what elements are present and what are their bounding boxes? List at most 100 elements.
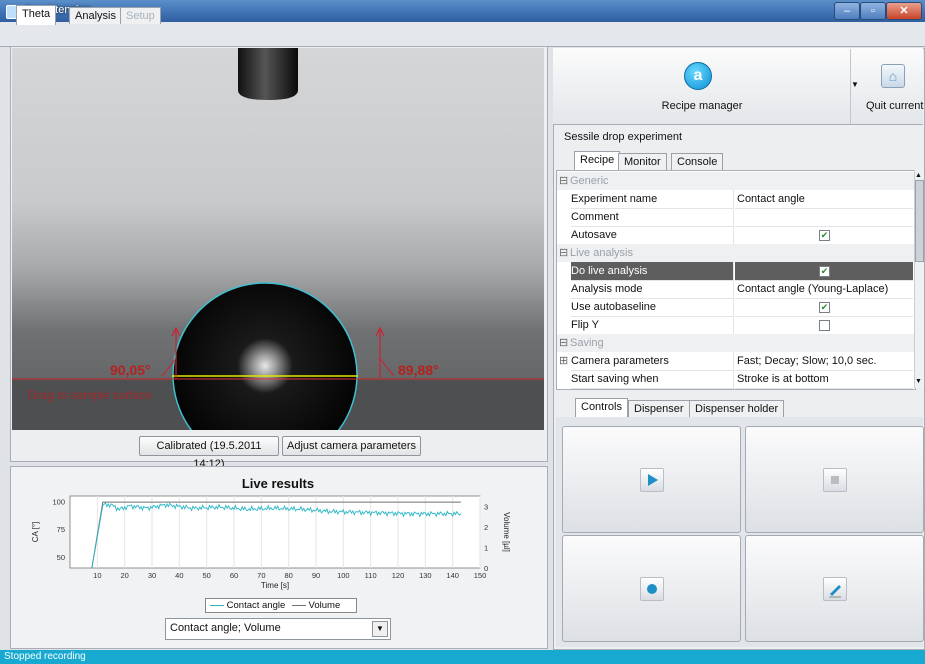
status-text: Stopped recording <box>4 651 86 662</box>
tab-theta[interactable]: Theta <box>16 5 57 25</box>
tab-dispenser[interactable]: Dispenser <box>628 400 690 417</box>
property-name: Flip Y <box>571 316 734 335</box>
stop-button[interactable] <box>745 426 924 533</box>
y-tick-label: 100 <box>52 498 65 507</box>
collapse-icon: ⊟ <box>559 175 569 187</box>
property-value[interactable]: Stroke is at bottom <box>735 370 913 389</box>
category-generic[interactable]: ⊟ Generic <box>557 172 915 190</box>
x-tick-label: 120 <box>392 571 405 580</box>
x-tick-label: 40 <box>175 571 183 580</box>
x-tick-label: 60 <box>230 571 238 580</box>
do-live-analysis-checkbox[interactable]: ✔ <box>819 266 830 277</box>
property-value[interactable] <box>735 208 913 227</box>
record-icon <box>640 577 664 601</box>
quit-current-label: Quit current <box>866 100 924 112</box>
chevron-down-icon[interactable]: ▼ <box>372 621 388 637</box>
scroll-down-icon[interactable]: ▼ <box>915 378 922 385</box>
y2-tick-label: 2 <box>484 523 488 532</box>
property-row[interactable]: Analysis mode Contact angle (Young-Laplac… <box>557 280 915 299</box>
scrollbar-thumb[interactable] <box>915 180 924 262</box>
tab-dispenser-holder[interactable]: Dispenser holder <box>689 400 785 417</box>
property-name: Start saving when <box>571 370 734 389</box>
tab-analysis[interactable]: Analysis <box>69 7 122 24</box>
close-button[interactable]: ✕ <box>886 2 922 20</box>
legend-volume-label: Volume <box>308 600 341 611</box>
x-tick-label: 90 <box>312 571 320 580</box>
y2-tick-label: 3 <box>484 502 488 511</box>
collapse-icon: ⊟ <box>559 337 569 349</box>
property-grid: ⊟ Generic Experiment name Contact angle Co… <box>556 170 916 390</box>
property-row[interactable]: Comment <box>557 208 915 227</box>
legend-volume-swatch <box>291 604 306 606</box>
x-axis-label: Time [s] <box>261 581 289 590</box>
category-live-analysis[interactable]: ⊟ Live analysis <box>557 244 915 262</box>
x-tick-label: 70 <box>257 571 265 580</box>
y-tick-label: 50 <box>57 553 65 562</box>
contact-angle-right: 89,88° <box>398 362 439 378</box>
recipe-manager-icon: a <box>684 62 712 90</box>
legend-ca-swatch <box>210 604 224 606</box>
legend-ca-label: Contact angle <box>226 600 286 611</box>
property-name: Analysis mode <box>571 280 734 299</box>
property-name: Autosave <box>571 226 734 245</box>
category-saving[interactable]: ⊟ Saving <box>557 334 915 352</box>
autobaseline-checkbox[interactable]: ✔ <box>819 302 830 313</box>
play-button[interactable] <box>562 426 741 533</box>
x-tick-label: 10 <box>93 571 101 580</box>
property-row[interactable]: Experiment name Contact angle <box>557 190 915 209</box>
property-name: Comment <box>571 208 734 227</box>
maximize-button[interactable]: ▫ <box>860 2 886 20</box>
y2-tick-label: 0 <box>484 564 488 573</box>
live-results-chart: 10 20 30 40 50 60 70 80 90 100 110 120 130 140 1505075… <box>31 495 510 590</box>
x-tick-label: 80 <box>284 571 292 580</box>
property-name: Experiment name <box>571 190 734 209</box>
edit-icon <box>823 577 847 601</box>
minimize-button[interactable]: – <box>834 2 860 20</box>
property-row[interactable]: Autosave ✔ <box>557 226 915 245</box>
property-row[interactable]: Flip Y <box>557 316 915 335</box>
droplet <box>172 282 358 430</box>
chevron-down-icon[interactable]: ▼ <box>851 80 859 89</box>
y-axis-label: CA [°] <box>31 522 40 543</box>
drag-hint: Drag to sample surface <box>28 388 153 402</box>
property-row[interactable]: ⊞ Camera parameters Fast; Decay; Slow; 10,… <box>557 352 915 371</box>
property-value[interactable]: Contact angle <box>735 190 913 209</box>
property-row-selected[interactable]: Do live analysis ✔ <box>557 262 915 281</box>
property-value[interactable]: Fast; Decay; Slow; 10,0 sec. <box>735 352 913 371</box>
recipe-manager-label: Recipe manager <box>661 100 743 112</box>
needle <box>238 48 298 100</box>
main-tab-bar <box>0 22 925 47</box>
tab-controls[interactable]: Controls <box>575 398 628 417</box>
series-select-value: Contact angle; Volume <box>170 622 281 634</box>
flip-y-checkbox[interactable] <box>819 320 830 331</box>
x-tick-label: 30 <box>148 571 156 580</box>
autosave-checkbox[interactable]: ✔ <box>819 230 830 241</box>
collapse-icon: ⊟ <box>559 247 569 259</box>
x-tick-label: 110 <box>365 571 377 580</box>
x-tick-label: 100 <box>337 571 350 580</box>
x-tick-label: 20 <box>120 571 128 580</box>
camera-view[interactable] <box>12 48 544 430</box>
expand-icon[interactable]: ⊞ <box>559 352 568 370</box>
x-tick-label: 50 <box>202 571 210 580</box>
property-name: Do live analysis <box>571 262 734 281</box>
record-button[interactable] <box>562 535 741 642</box>
property-row[interactable]: Start saving when Stroke is at bottom <box>557 370 915 389</box>
scroll-up-icon[interactable]: ▲ <box>915 172 922 179</box>
series-select[interactable]: Contact angle; Volume ▼ <box>165 618 391 640</box>
tab-recipe[interactable]: Recipe <box>574 151 621 170</box>
tab-console[interactable]: Console <box>671 153 724 170</box>
property-row[interactable]: Use autobaseline ✔ <box>557 298 915 317</box>
property-value[interactable]: Contact angle (Young-Laplace) <box>735 280 913 299</box>
experiment-title: Sessile drop experiment <box>564 131 683 143</box>
edit-button[interactable] <box>745 535 924 642</box>
y2-tick-label: 1 <box>484 543 488 552</box>
y-tick-label: 75 <box>57 525 65 534</box>
tab-monitor[interactable]: Monitor <box>618 153 667 170</box>
tab-setup[interactable]: Setup <box>120 7 161 24</box>
live-results-title: Live results <box>241 476 315 491</box>
stop-icon <box>823 468 847 492</box>
calibrated-button[interactable]: Calibrated (19.5.2011 14:12) <box>139 436 279 470</box>
adjust-camera-button[interactable]: Adjust camera parameters <box>282 436 421 456</box>
play-icon <box>640 468 664 492</box>
